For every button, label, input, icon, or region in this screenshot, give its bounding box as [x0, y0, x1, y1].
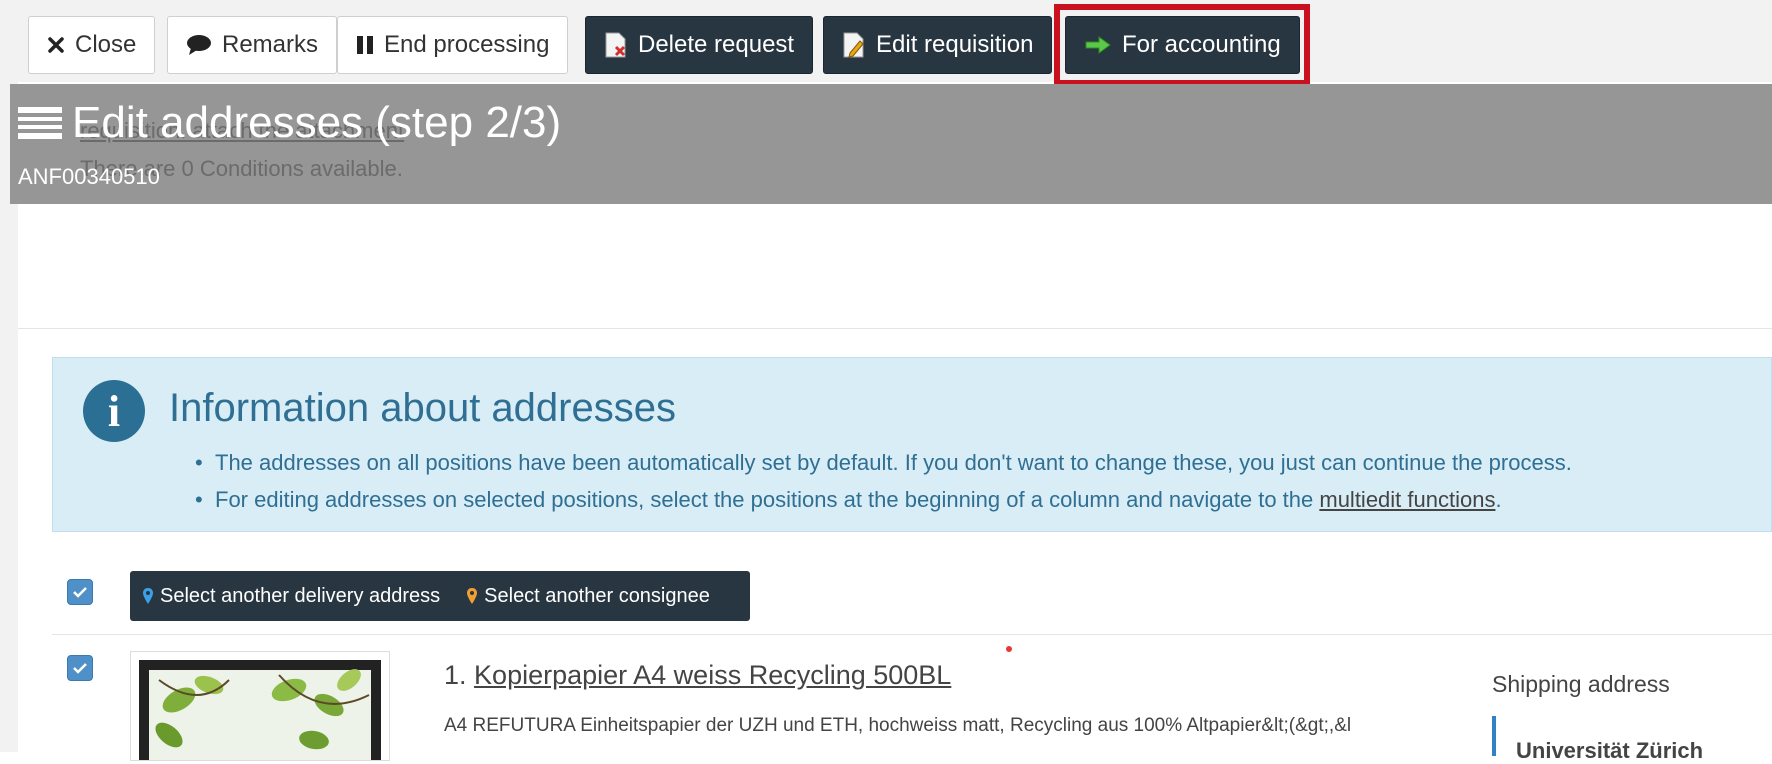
select-all-checkbox[interactable]	[67, 579, 93, 605]
info-title: Information about addresses	[169, 386, 676, 430]
info-icon: i	[83, 380, 145, 442]
info-bullet-1: The addresses on all positions have been…	[195, 444, 1572, 481]
end-processing-button[interactable]: End processing	[337, 16, 569, 74]
remarks-end-group: Remarks End processing	[167, 16, 569, 74]
close-label: Close	[75, 31, 137, 58]
row-divider	[52, 634, 1772, 635]
shipping-address-line: Universität Zürich	[1516, 738, 1704, 763]
shipping-address-box: Universität Zürich	[1492, 716, 1772, 763]
section-divider	[18, 328, 1772, 329]
product-thumbnail[interactable]	[130, 651, 390, 761]
product-image	[139, 660, 381, 760]
close-icon	[47, 36, 65, 54]
product-link[interactable]: Kopierpapier A4 weiss Recycling 500BL	[474, 660, 951, 690]
requisition-number: ANF00340510	[18, 164, 160, 189]
info-bullet-2: For editing addresses on selected positi…	[195, 481, 1572, 518]
highlight-frame	[1054, 4, 1310, 86]
red-dot-marker	[1006, 646, 1012, 652]
product-description: A4 REFUTURA Einheitspapier der UZH und E…	[444, 715, 1352, 736]
map-pin-icon	[467, 588, 478, 604]
info-list: The addresses on all positions have been…	[195, 444, 1572, 518]
action-toolbar: Close Remarks End processing Delete requ…	[0, 0, 1772, 82]
remarks-label: Remarks	[222, 31, 319, 58]
list-icon	[18, 105, 62, 141]
selection-action-bar: Select another delivery address Select a…	[130, 571, 750, 621]
shipping-address-label: Shipping address	[1492, 671, 1670, 697]
page-header: requisition. attach the attachment There…	[10, 84, 1772, 204]
close-button[interactable]: Close	[28, 16, 156, 74]
comment-icon	[186, 34, 212, 56]
multiedit-functions-link[interactable]: multiedit functions	[1319, 487, 1495, 512]
leaf-image	[149, 669, 371, 760]
product-title: 1. Kopierpapier A4 weiss Recycling 500BL	[444, 660, 951, 691]
delete-request-label: Delete request	[638, 31, 795, 58]
pause-icon	[356, 35, 374, 55]
check-icon	[73, 587, 87, 598]
end-processing-label: End processing	[384, 31, 550, 58]
page-title: Edit addresses (step 2/3)	[72, 98, 562, 147]
edit-requisition-button[interactable]: Edit requisition	[823, 16, 1053, 74]
page-title-row: Edit addresses (step 2/3)	[18, 98, 561, 148]
product-index: 1.	[444, 660, 467, 690]
select-consignee-button[interactable]: Select another consignee	[466, 585, 710, 608]
check-icon	[73, 663, 87, 674]
select-delivery-address-button[interactable]: Select another delivery address	[142, 585, 440, 608]
edit-document-icon	[842, 31, 866, 59]
map-pin-icon	[143, 588, 153, 604]
remarks-button[interactable]: Remarks	[167, 16, 338, 74]
delete-document-icon	[604, 31, 628, 59]
edit-requisition-label: Edit requisition	[876, 31, 1034, 58]
delete-request-button[interactable]: Delete request	[585, 16, 814, 74]
info-box: i Information about addresses The addres…	[52, 357, 1772, 532]
position-checkbox[interactable]	[67, 655, 93, 681]
